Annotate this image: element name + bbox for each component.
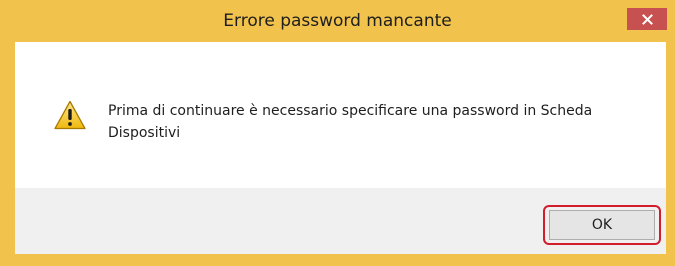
warning-icon (54, 100, 86, 130)
window-bottom-border (0, 254, 675, 266)
dialog-title: Errore password mancante (223, 11, 452, 31)
button-bar: OK (15, 188, 666, 254)
title-bar[interactable]: Errore password mancante (0, 0, 675, 42)
close-button[interactable] (627, 8, 667, 30)
close-icon (641, 13, 653, 25)
dialog-window: Errore password mancante Prima di contin… (0, 0, 675, 266)
ok-button[interactable]: OK (549, 210, 655, 240)
dialog-frame: Errore password mancante Prima di contin… (0, 0, 675, 266)
dialog-message: Prima di continuare è necessario specifi… (108, 103, 593, 141)
dialog-content: Prima di continuare è necessario specifi… (15, 42, 666, 188)
